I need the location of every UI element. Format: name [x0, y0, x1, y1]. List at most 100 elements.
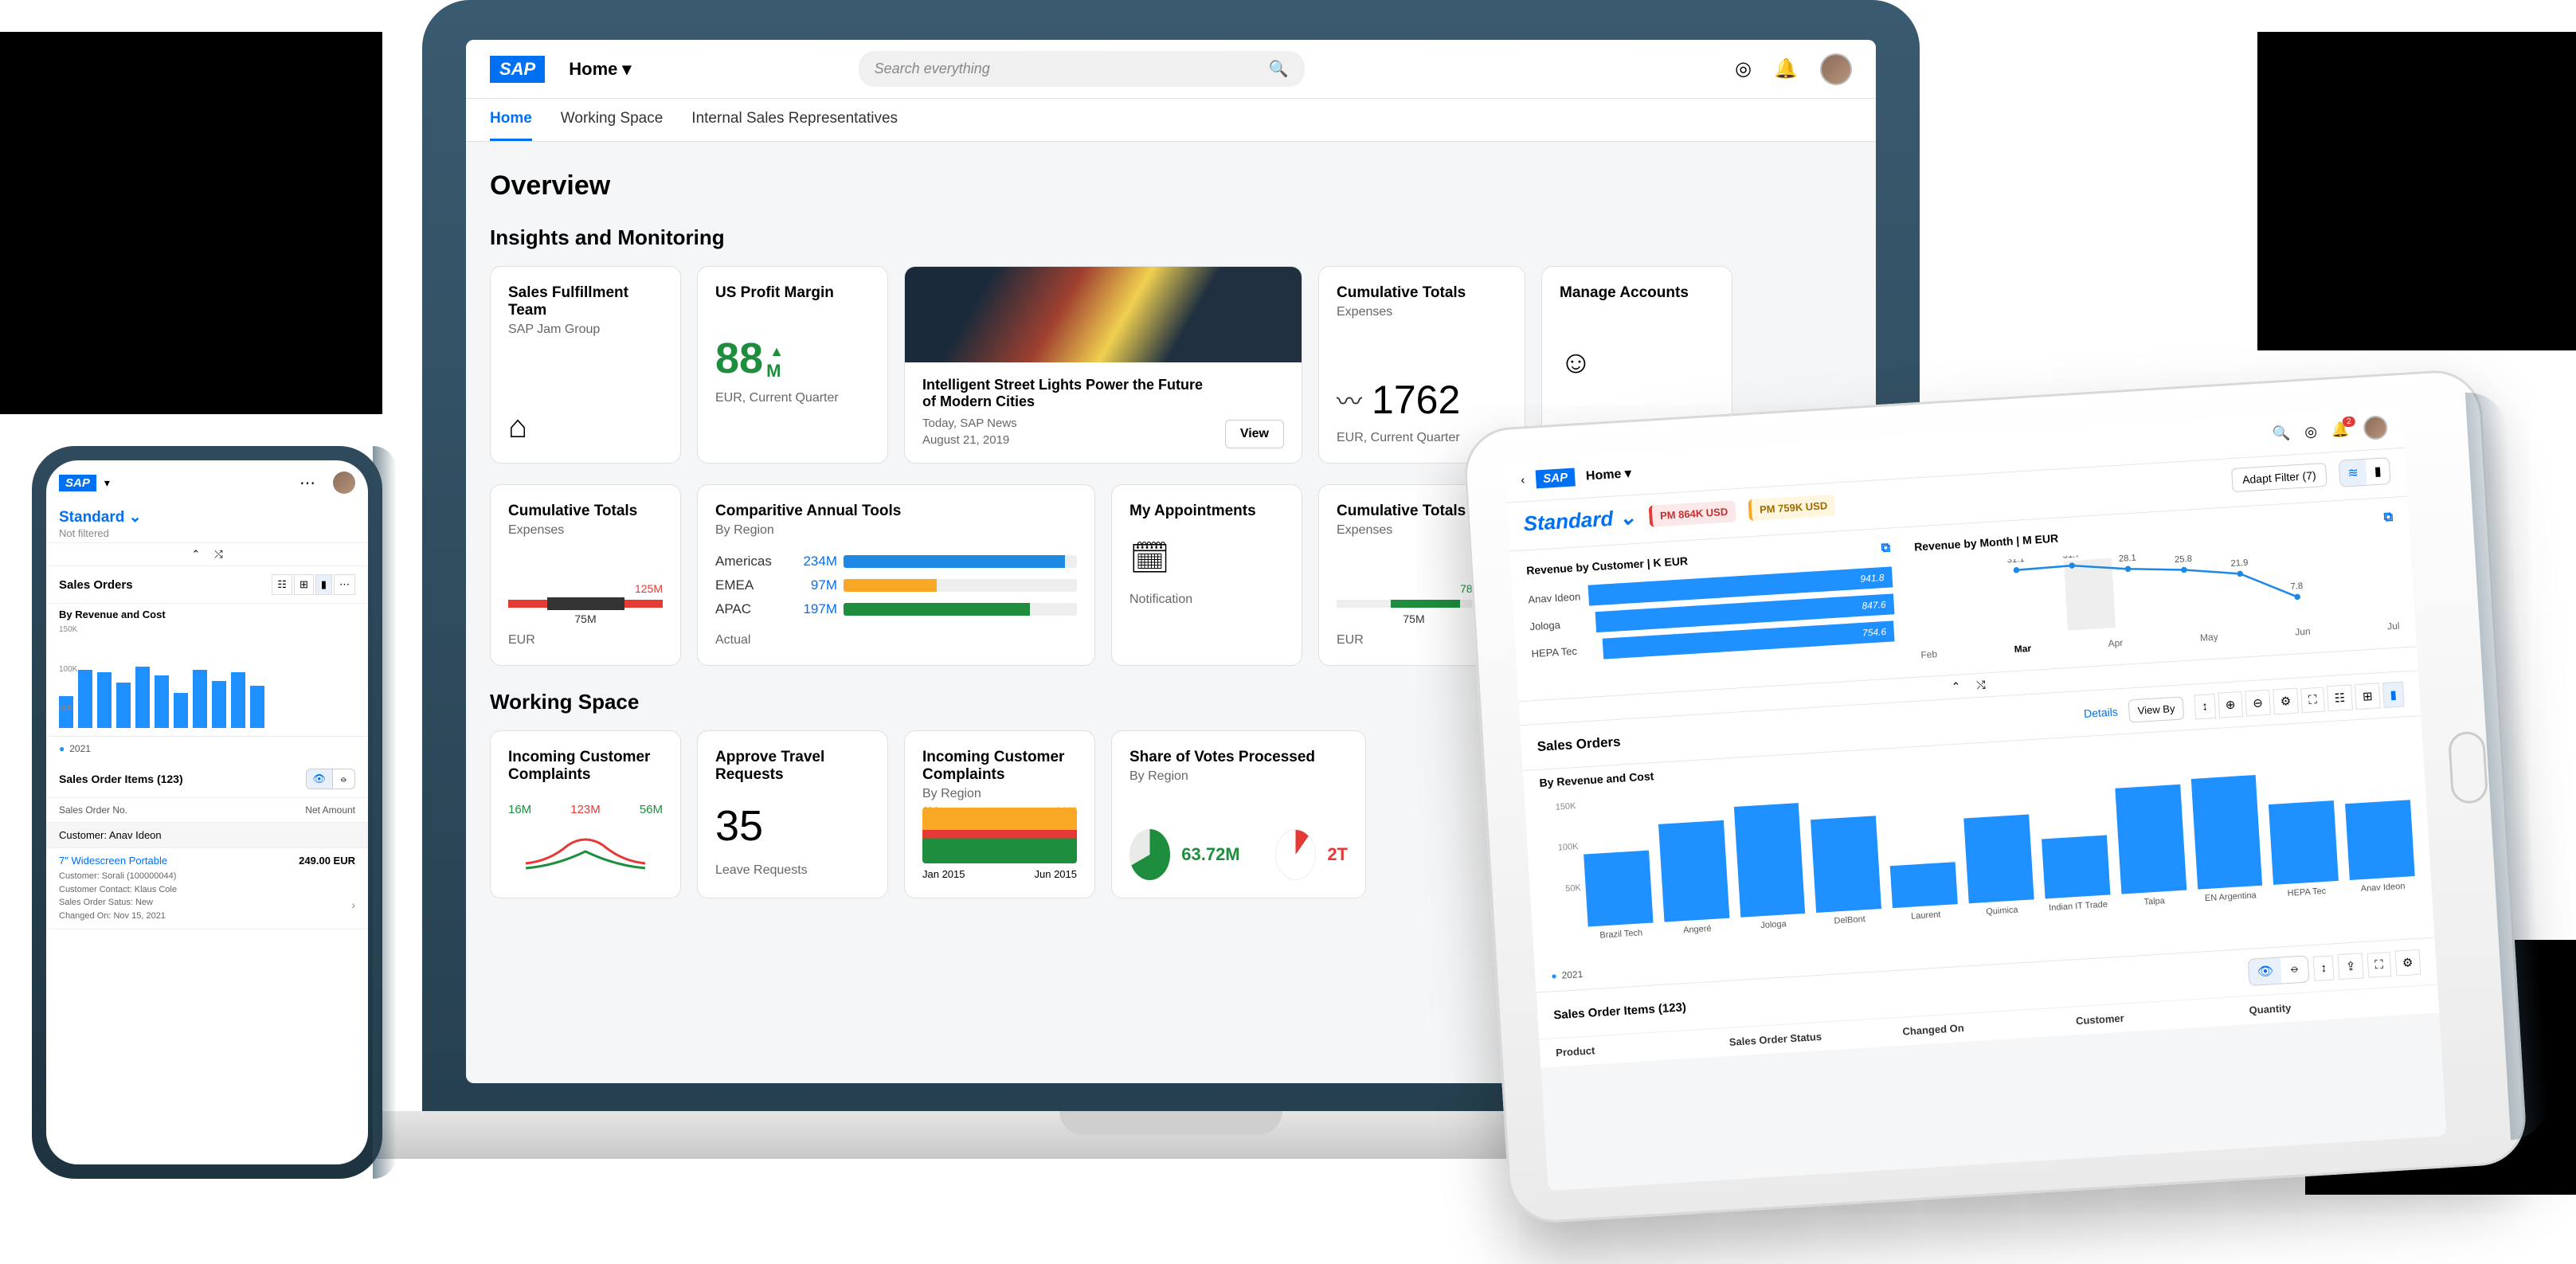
- phone-device: SAP ▾ ⋯ Standard ⌄ Not filtered ⌃⤭ Sales…: [32, 446, 382, 1179]
- card-sales-fulfillment[interactable]: Sales Fulfillment Team SAP Jam Group ⌂: [490, 266, 681, 464]
- home-button[interactable]: [2448, 730, 2488, 804]
- bar-toggle[interactable]: ▮: [2366, 458, 2390, 485]
- chart-bar: Jologa: [1734, 803, 1807, 942]
- chart-bar: [97, 672, 112, 728]
- chevron-right-icon: ›: [351, 898, 355, 911]
- bullet-chart: [508, 600, 663, 608]
- eye-off-icon[interactable]: ⦵: [333, 769, 354, 789]
- bell-icon[interactable]: 🔔: [1774, 57, 1798, 80]
- card-comparative[interactable]: Comparitive Annual Tools By Region Ameri…: [697, 484, 1095, 666]
- popout-icon[interactable]: ⧉: [1881, 541, 1891, 556]
- chart-bar: Quimica: [1963, 815, 2035, 929]
- eye-icon[interactable]: 👁: [307, 769, 334, 789]
- sap-logo: SAP: [1536, 468, 1576, 488]
- bar-view-icon[interactable]: ▮: [2382, 681, 2405, 708]
- avatar[interactable]: [333, 472, 355, 494]
- card-profit-margin[interactable]: US Profit Margin 88 ▲M EUR, Current Quar…: [697, 266, 888, 464]
- view-toggle: ≋ ▮: [2338, 457, 2390, 487]
- sap-logo: SAP: [490, 56, 545, 83]
- home-dropdown[interactable]: Home▾: [569, 59, 631, 80]
- kpi-tag[interactable]: PM 864K USD: [1648, 500, 1736, 527]
- line-view-icon[interactable]: ☷: [2327, 684, 2353, 711]
- search-icon[interactable]: 🔍: [2272, 425, 2291, 442]
- chart-bar: Brazil Tech: [1584, 851, 1654, 952]
- target-icon[interactable]: ◎: [2304, 423, 2318, 440]
- column-header[interactable]: Sales Order Status: [1728, 1026, 1903, 1048]
- home-dropdown[interactable]: Home ▾: [1585, 465, 1631, 483]
- gauge-row: APAC 197M: [715, 601, 1077, 617]
- view-button[interactable]: View: [1225, 420, 1284, 448]
- grid-view-icon[interactable]: ⊞: [294, 574, 314, 595]
- export-icon[interactable]: ⇪: [2338, 953, 2363, 980]
- expand-icon[interactable]: ⛶: [2367, 952, 2391, 978]
- avatar[interactable]: [1820, 53, 1852, 85]
- gear-icon[interactable]: ⚙: [2273, 688, 2299, 715]
- details-link[interactable]: Details: [2084, 705, 2119, 720]
- svg-text:31.1: 31.1: [2006, 554, 2025, 565]
- sort-icon[interactable]: ↕: [2313, 955, 2335, 980]
- accounts-icon: ☺: [1560, 345, 1714, 381]
- table-columns: Sales Order No.Net Amount: [46, 798, 368, 823]
- gear-icon[interactable]: ⚙: [2394, 949, 2421, 976]
- pie-chart: [1129, 829, 1170, 880]
- variant-standard[interactable]: Standard ⌄: [59, 509, 142, 526]
- tab-home[interactable]: Home: [490, 99, 532, 141]
- table-row[interactable]: 7" Widescreen Portable249.00 EUR Custome…: [46, 848, 368, 929]
- bell-icon[interactable]: 🔔2: [2331, 421, 2350, 439]
- svg-text:7.8: 7.8: [2290, 581, 2303, 592]
- chart-bar: EN Argentina: [2190, 775, 2264, 914]
- tab-working-space[interactable]: Working Space: [561, 99, 664, 141]
- card-news[interactable]: Intelligent Street Lights Power the Futu…: [904, 266, 1302, 464]
- card-travel-requests[interactable]: Approve Travel Requests 35 Leave Request…: [697, 730, 888, 898]
- column-header[interactable]: Product: [1556, 1036, 1730, 1059]
- collapse-bar[interactable]: ⌃⤭: [46, 542, 368, 566]
- card-complaints-2[interactable]: Incoming Customer Complaints By Region 0…: [904, 730, 1095, 898]
- sales-orders-header: Sales Orders ☷ ⊞ ▮ ⋯: [46, 566, 368, 604]
- svg-text:25.8: 25.8: [2175, 554, 2193, 565]
- expand-icon[interactable]: ⛶: [2300, 687, 2324, 713]
- chart-bar: HEPA Tec: [2269, 800, 2340, 910]
- phone-header: SAP ▾ ⋯: [46, 460, 368, 505]
- back-icon[interactable]: ‹: [1521, 473, 1525, 487]
- card-appointments[interactable]: My Appointments 🗓 Notification: [1111, 484, 1302, 666]
- eye-icon[interactable]: 👁: [2249, 957, 2282, 984]
- filter-bar: Standard ⌄ Not filtered: [46, 505, 368, 542]
- caret-icon: ▾: [622, 59, 631, 80]
- more-icon[interactable]: ⋯: [299, 473, 317, 493]
- sort-icon[interactable]: ↕: [2194, 693, 2215, 718]
- line-view-icon[interactable]: ☷: [272, 574, 292, 595]
- gauge-row: EMEA 97M: [715, 577, 1077, 593]
- more-icon[interactable]: ⋯: [334, 574, 355, 595]
- chart-toggle[interactable]: ≋: [2339, 460, 2367, 487]
- card-cumulative-2[interactable]: Cumulative Totals Expenses 125M 75M EUR: [490, 484, 681, 666]
- chart-bar: Laurent: [1890, 862, 1959, 933]
- pie-chart: [1275, 829, 1317, 880]
- view-by-button[interactable]: View By: [2128, 696, 2184, 722]
- tab-sales-reps[interactable]: Internal Sales Representatives: [691, 99, 898, 141]
- adapt-filter-button[interactable]: Adapt Filter (7): [2231, 463, 2327, 492]
- chart-bar: [231, 672, 245, 728]
- grid-view-icon[interactable]: ⊞: [2355, 683, 2380, 710]
- order-items-header: Sales Order Items (123) 👁⦵: [46, 761, 368, 798]
- trend-icon: 〰: [1337, 382, 1362, 418]
- chart-bar: [174, 693, 188, 728]
- shuffle-icon: ⤭: [1976, 678, 1986, 692]
- zoom-in-icon[interactable]: ⊕: [2218, 691, 2243, 718]
- popout-icon[interactable]: ⧉: [2383, 511, 2394, 526]
- card-votes[interactable]: Share of Votes Processed By Region 63.72…: [1111, 730, 1366, 898]
- avatar[interactable]: [2363, 415, 2388, 440]
- eye-off-icon[interactable]: ⦵: [2280, 956, 2308, 983]
- caret-icon[interactable]: ▾: [104, 476, 110, 490]
- column-header[interactable]: Quantity: [2249, 994, 2423, 1016]
- decor-block: [2257, 32, 2576, 350]
- search-input[interactable]: Search everything 🔍: [859, 51, 1305, 87]
- zoom-out-icon[interactable]: ⊖: [2245, 690, 2270, 717]
- column-header[interactable]: Changed On: [1902, 1015, 2077, 1037]
- bar-view-icon[interactable]: ▮: [315, 574, 332, 595]
- customer-group: Customer: Anav Ideon: [46, 823, 368, 848]
- column-header[interactable]: Customer: [2076, 1004, 2250, 1027]
- variant-standard[interactable]: Standard ⌄: [1523, 504, 1637, 536]
- target-icon[interactable]: ◎: [1735, 57, 1752, 80]
- kpi-tag[interactable]: PM 759K USD: [1748, 494, 1836, 521]
- card-complaints-1[interactable]: Incoming Customer Complaints 16M123M56M: [490, 730, 681, 898]
